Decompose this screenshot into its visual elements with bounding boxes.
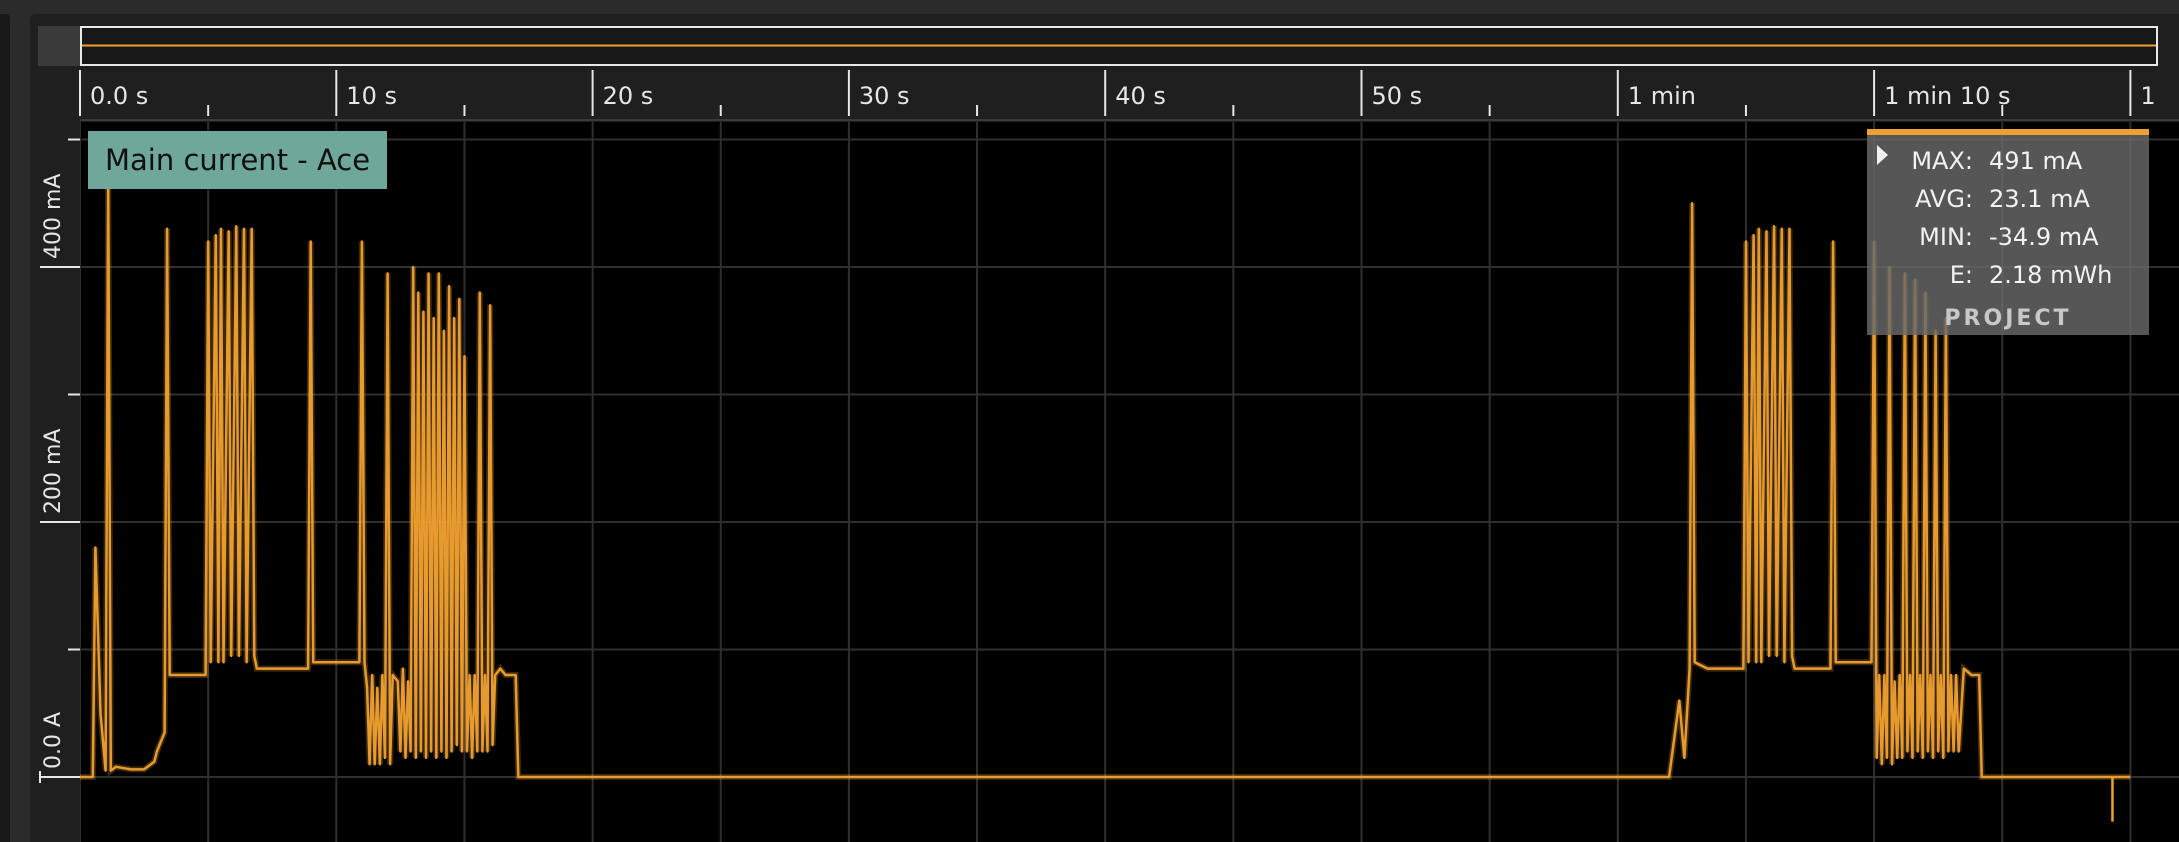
project-toggle-button[interactable]: PROJECT	[1867, 303, 2149, 335]
overview-minimap[interactable]	[38, 26, 2158, 66]
stat-row-avg: AVG: 23.1 mA	[1867, 182, 2149, 216]
plot-area[interactable]	[79, 122, 2179, 842]
y-tick-label: 200 mA	[41, 429, 66, 514]
chart-svg: 0.0 s 10 s 20 s 30 s 40 s 50 s 1 min 1 min 10 s…	[30, 26, 2179, 842]
time-axis[interactable]: 0.0 s 10 s 20 s 30 s 40 s 50 s 1 min 1 min 10 s…	[79, 68, 2179, 121]
stats-box: MAX: 491 mA AVG: 23.1 mA MIN: -34.9 mA E…	[1867, 129, 2149, 335]
minimap-handle[interactable]	[38, 26, 80, 66]
series-badge[interactable]: Main current - Ace	[88, 131, 388, 189]
stat-value: -34.9 mA	[1989, 223, 2099, 251]
stat-label: E:	[1949, 261, 1973, 289]
stat-label: MIN:	[1919, 223, 1973, 251]
x-tick-label: 20 s	[603, 82, 654, 110]
y-tick-label: 400 mA	[41, 174, 66, 259]
stat-value: 491 mA	[1989, 147, 2083, 175]
x-tick-label: 10 s	[346, 82, 397, 110]
x-tick-label: 0.0 s	[90, 82, 148, 110]
current-axis[interactable]: 0.0 A 200 mA 400 mA	[30, 122, 80, 842]
stat-row-max: MAX: 491 mA	[1867, 144, 2149, 178]
plot-background	[80, 122, 2179, 842]
x-tick-label: 50 s	[1372, 82, 1423, 110]
x-tick-label: 40 s	[1115, 82, 1166, 110]
stat-row-min: MIN: -34.9 mA	[1867, 220, 2149, 254]
x-tick-label: 30 s	[859, 82, 910, 110]
stat-label: AVG:	[1915, 185, 1973, 213]
app-frame: 0.0 s 10 s 20 s 30 s 40 s 50 s 1 min 1 min 10 s…	[0, 0, 2179, 842]
stat-value: 2.18 mWh	[1989, 261, 2113, 289]
x-tick-label: 1 min	[1628, 82, 1696, 110]
stat-label: MAX:	[1911, 147, 1973, 175]
x-tick-label: 1	[2140, 82, 2155, 110]
y-tick-label: 0.0 A	[41, 712, 66, 769]
stat-value: 23.1 mA	[1989, 185, 2090, 213]
x-tick-label: 1 min 10 s	[1884, 82, 2010, 110]
stat-row-energy: E: 2.18 mWh	[1867, 258, 2149, 292]
